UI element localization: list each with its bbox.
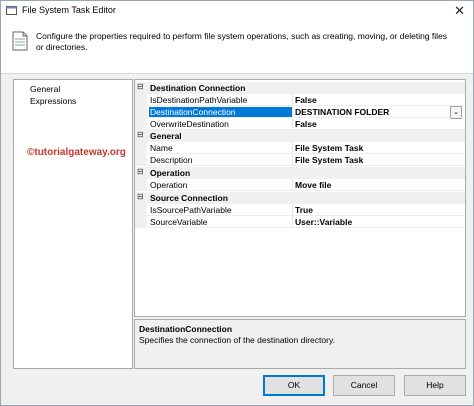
property-value[interactable]: False <box>295 119 317 129</box>
category-general[interactable]: ⊟ General <box>135 130 465 142</box>
header-description: Configure the properties required to per… <box>36 31 448 52</box>
help-button[interactable]: Help <box>404 375 466 396</box>
property-value[interactable]: File System Task <box>295 143 363 153</box>
watermark: ©tutorialgateway.org <box>27 147 126 158</box>
category-label: Destination Connection <box>150 83 246 93</box>
property-value[interactable]: File System Task <box>295 155 363 165</box>
property-value[interactable]: False <box>295 95 317 105</box>
category-destination-connection[interactable]: ⊟ Destination Connection <box>135 82 465 94</box>
nav-item-general[interactable]: General <box>30 84 60 94</box>
property-help-pane: DestinationConnection Specifies the conn… <box>134 319 466 369</box>
category-label: General <box>150 131 182 141</box>
category-operation[interactable]: ⊟ Operation <box>135 167 465 179</box>
property-row-sourcevariable[interactable]: SourceVariable User::Variable <box>135 216 465 228</box>
property-value[interactable]: True <box>295 205 313 215</box>
category-source-connection[interactable]: ⊟ Source Connection <box>135 192 465 204</box>
collapse-icon[interactable]: ⊟ <box>137 130 144 139</box>
property-row-description[interactable]: Description File System Task <box>135 154 465 166</box>
collapse-icon[interactable]: ⊟ <box>137 82 144 91</box>
property-row-isdestinationpathvariable[interactable]: IsDestinationPathVariable False <box>135 94 465 106</box>
app-icon <box>6 6 17 15</box>
property-row-operation[interactable]: Operation Move file <box>135 179 465 191</box>
nav-list: General Expressions <box>13 79 133 369</box>
property-row-destinationconnection[interactable]: DestinationConnection DESTINATION FOLDER… <box>135 106 465 119</box>
property-value[interactable]: DESTINATION FOLDER <box>295 107 389 117</box>
property-row-issourcepathvariable[interactable]: IsSourcePathVariable True <box>135 204 465 216</box>
file-system-task-editor-window: File System Task Editor ✕ Configure the … <box>0 0 474 406</box>
nav-item-expressions[interactable]: Expressions <box>30 96 76 106</box>
property-grid: ⊟ Destination Connection IsDestinationPa… <box>134 79 466 317</box>
window-title: File System Task Editor <box>22 5 116 15</box>
collapse-icon[interactable]: ⊟ <box>137 192 144 201</box>
ok-button[interactable]: OK <box>263 375 325 396</box>
document-icon <box>12 31 28 51</box>
cancel-button[interactable]: Cancel <box>333 375 395 396</box>
collapse-icon[interactable]: ⊟ <box>137 167 144 176</box>
close-icon[interactable]: ✕ <box>454 3 465 19</box>
header-panel: Configure the properties required to per… <box>1 21 473 74</box>
property-value[interactable]: Move file <box>295 180 331 190</box>
title-bar: File System Task Editor ✕ <box>1 1 473 21</box>
help-text: Specifies the connection of the destinat… <box>139 335 335 345</box>
property-row-overwritedestination[interactable]: OverwriteDestination False <box>135 118 465 130</box>
help-title: DestinationConnection <box>139 324 233 334</box>
property-value[interactable]: User::Variable <box>295 217 352 227</box>
category-label: Source Connection <box>150 193 228 203</box>
category-label: Operation <box>150 168 191 178</box>
property-row-name[interactable]: Name File System Task <box>135 142 465 154</box>
